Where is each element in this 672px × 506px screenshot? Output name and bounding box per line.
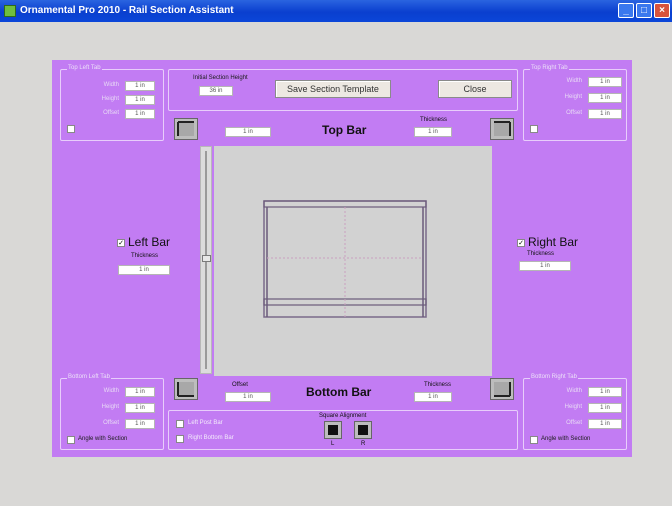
top-bar-thickness-label: Thickness — [420, 117, 448, 123]
bl-offset-field[interactable]: 1 in — [125, 419, 155, 429]
left-bar-thickness-field[interactable]: 1 in — [118, 265, 170, 275]
tl-width-field[interactable]: 1 in — [125, 81, 155, 91]
br-width-field[interactable]: 1 in — [588, 387, 622, 397]
br-height-field[interactable]: 1 in — [588, 403, 622, 413]
height-slider[interactable] — [200, 146, 212, 374]
br-offset-field[interactable]: 1 in — [588, 419, 622, 429]
align-left-icon — [328, 425, 338, 435]
tl-height-field[interactable]: 1 in — [125, 95, 155, 105]
slider-thumb[interactable] — [202, 255, 211, 262]
bottom-left-corner-button[interactable] — [174, 378, 198, 400]
bottom-bar-thickness-field[interactable]: 1 in — [414, 392, 452, 402]
tr-offset-field[interactable]: 1 in — [588, 109, 622, 119]
top-right-corner-button[interactable] — [490, 118, 514, 140]
top-bar-thickness-field[interactable]: 1 in — [414, 127, 452, 137]
top-left-tab-title: Top Left Tab — [67, 64, 102, 72]
app-icon — [4, 5, 16, 17]
align-right-icon — [358, 425, 368, 435]
right-bottom-checkbox[interactable] — [176, 435, 184, 443]
bottom-right-tab-title: Bottom Right Tab — [530, 373, 578, 381]
top-bar-label: Top Bar — [322, 123, 367, 137]
align-right-letter: R — [361, 441, 366, 447]
bottom-options-group: Left Post Bar Right Bottom Bar Square Al… — [168, 410, 518, 450]
right-bar-toggle[interactable]: ✓ Right Bar — [517, 235, 578, 249]
top-left-tab-group: Top Left Tab Width 1 in Height 1 in Offs… — [60, 64, 164, 141]
bottom-right-corner-button[interactable] — [490, 378, 514, 400]
tr-offset-label: Offset — [566, 110, 582, 116]
left-bar-toggle[interactable]: ✓ Left Bar — [117, 235, 170, 249]
bottom-right-tab-group: Bottom Right Tab Width 1 in Height 1 in … — [523, 373, 627, 450]
tr-height-label: Height — [564, 94, 582, 100]
br-angle-label: Angle with Section — [541, 436, 591, 442]
tr-width-label: Width — [566, 78, 582, 84]
left-bar-thickness-label: Thickness — [131, 253, 159, 259]
tl-offset-field[interactable]: 1 in — [125, 109, 155, 119]
bottom-bar-offset-field[interactable]: 1 in — [225, 392, 271, 402]
right-bar-label: Right Bar — [528, 235, 579, 249]
save-section-template-button[interactable]: Save Section Template — [275, 80, 391, 98]
close-window-button[interactable]: × — [654, 3, 670, 18]
tr-width-field[interactable]: 1 in — [588, 77, 622, 87]
br-angle-checkbox[interactable] — [530, 436, 538, 444]
top-right-tab-title: Top Right Tab — [530, 64, 569, 72]
tl-height-label: Height — [101, 96, 119, 102]
initial-height-label: Initial Section Height — [193, 75, 248, 81]
br-offset-label: Offset — [566, 420, 582, 426]
left-bar-checkbox[interactable]: ✓ — [117, 238, 125, 247]
left-post-checkbox[interactable] — [176, 420, 184, 428]
rail-section-drawing — [263, 200, 427, 318]
tl-width-label: Width — [103, 82, 119, 88]
bottom-bar-thickness-label: Thickness — [424, 382, 452, 388]
tr-enable-checkbox[interactable] — [530, 125, 538, 133]
left-post-label: Left Post Bar — [188, 420, 223, 426]
bl-angle-checkbox[interactable] — [67, 436, 75, 444]
tl-offset-label: Offset — [103, 110, 119, 116]
bl-offset-label: Offset — [103, 420, 119, 426]
bl-angle-label: Angle with Section — [78, 436, 128, 442]
corner-tl-icon — [177, 121, 194, 136]
bl-width-field[interactable]: 1 in — [125, 387, 155, 397]
corner-tr-icon — [494, 121, 511, 136]
minimize-button[interactable]: _ — [618, 3, 634, 18]
close-button[interactable]: Close — [438, 80, 512, 98]
tl-enable-checkbox[interactable] — [67, 125, 75, 133]
corner-br-icon — [494, 382, 511, 397]
tr-height-field[interactable]: 1 in — [588, 93, 622, 103]
right-bar-thickness-label: Thickness — [527, 251, 555, 257]
initial-height-field[interactable]: 36 in — [199, 86, 233, 96]
header-group: Initial Section Height 36 in Save Sectio… — [168, 69, 518, 111]
bl-width-label: Width — [103, 388, 119, 394]
bottom-left-tab-title: Bottom Left Tab — [67, 373, 111, 381]
square-alignment-label: Square Alignment — [319, 413, 367, 419]
top-left-corner-button[interactable] — [174, 118, 198, 140]
maximize-button[interactable]: □ — [636, 3, 652, 18]
right-bar-thickness-field[interactable]: 1 in — [519, 261, 571, 271]
top-bar-offset-field[interactable]: 1 in — [225, 127, 271, 137]
bl-height-field[interactable]: 1 in — [125, 403, 155, 413]
right-bar-checkbox[interactable]: ✓ — [517, 238, 525, 247]
bottom-bar-label: Bottom Bar — [306, 385, 372, 399]
right-bottom-label: Right Bottom Bar — [188, 435, 234, 441]
br-height-label: Height — [564, 404, 582, 410]
bl-height-label: Height — [101, 404, 119, 410]
align-left-letter: L — [331, 441, 335, 447]
title-bar: Ornamental Pro 2010 - Rail Section Assis… — [0, 0, 672, 22]
window-title: Ornamental Pro 2010 - Rail Section Assis… — [20, 5, 234, 16]
top-right-tab-group: Top Right Tab Width 1 in Height 1 in Off… — [523, 64, 627, 141]
bottom-left-tab-group: Bottom Left Tab Width 1 in Height 1 in O… — [60, 373, 164, 450]
left-bar-label: Left Bar — [128, 235, 171, 249]
align-left-button[interactable] — [324, 421, 342, 439]
align-right-button[interactable] — [354, 421, 372, 439]
br-width-label: Width — [566, 388, 582, 394]
bottom-bar-offset-label: Offset — [232, 382, 248, 388]
corner-bl-icon — [177, 382, 194, 397]
